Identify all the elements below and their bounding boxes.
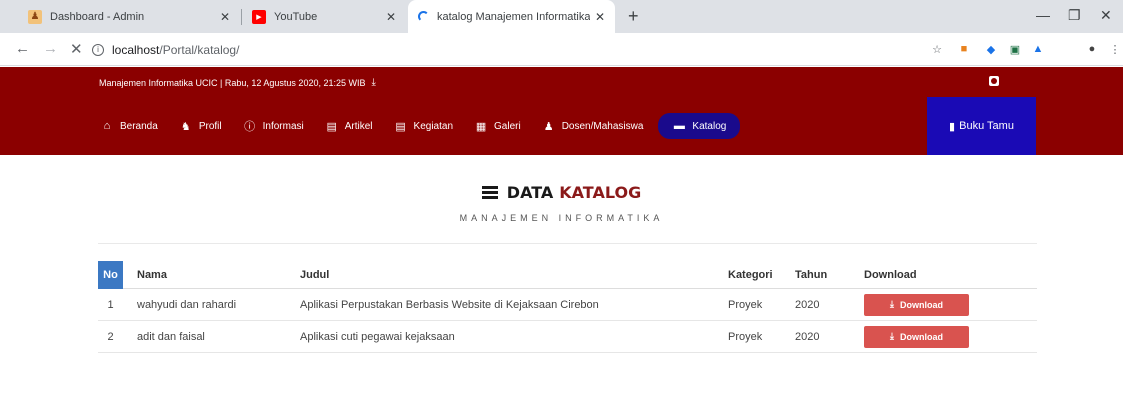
cell-judul: Aplikasi cuti pegawai kejaksaan [300,330,455,343]
menu-item-informasi[interactable]: ⓘ Informasi [243,113,304,139]
forward-icon[interactable]: → [43,40,58,57]
title-accent: KATALOG [559,183,642,202]
user-icon: ♟ [543,120,554,133]
menu-item-beranda[interactable]: ⌂ Beranda [100,113,158,139]
tab-youtube[interactable]: ▶ YouTube ✕ [242,0,406,33]
metamask-extension-icon[interactable]: ■ [957,42,971,56]
profile-avatar-icon[interactable]: ● [1085,42,1099,56]
image-icon: ▦ [475,120,487,133]
cell-kategori: Proyek [728,298,763,311]
menu-label: Informasi [262,120,304,132]
cell-no: 2 [107,330,114,343]
info-icon: ⓘ [244,121,256,133]
menu-item-profil[interactable]: ♞ Profil [179,113,222,139]
menu-label: Katalog [692,120,727,132]
stop-icon[interactable]: ✕ [70,40,83,58]
download-arrow-icon: ⤓ [371,77,376,88]
home-icon: ⌂ [103,120,111,132]
bookmark-star-icon[interactable]: ☆ [930,42,944,56]
close-icon[interactable]: ✕ [220,10,230,24]
browser-tab-bar: ♟ Dashboard - Admin ✕ ▶ YouTube ✕ katalo… [0,0,1123,33]
cell-tahun: 2020 [795,330,820,343]
close-window-icon[interactable]: ✕ [1100,7,1112,24]
cell-download: ⤓ Download [864,293,1037,316]
header-download: Download [864,268,917,281]
cap-extension-icon[interactable]: ▲ [1031,42,1045,56]
admin-favicon-icon: ♟ [28,9,42,24]
page-subtitle: MANAJEMEN INFORMATIKA [459,213,664,223]
menu-label: Kegiatan [413,120,454,132]
title-divider [98,243,1037,244]
header-kategori: Kategori [728,268,773,281]
buku-tamu-label: Buku Tamu [959,120,1014,132]
menu-item-kegiatan[interactable]: ▤ Kegiatan [394,113,453,139]
tab-title: katalog Manajemen Informatika [437,10,591,23]
profile-icon: ♞ [180,120,191,133]
tab-dashboard-admin[interactable]: ♟ Dashboard - Admin ✕ [18,0,240,33]
menu-label: Profil [198,120,222,132]
newspaper-icon: ▤ [395,120,406,133]
tab-title: YouTube [274,10,318,23]
download-button[interactable]: ⤓ Download [864,325,969,348]
main-menu: ⌂ Beranda ♞ Profil ⓘ Informasi ▤ Artikel… [100,113,761,139]
header-judul: Judul [300,268,330,281]
youtube-favicon-icon: ▶ [252,9,266,24]
table-header: No Nama Judul Kategori Tahun Download [98,260,1037,289]
minimize-icon[interactable]: — [1036,7,1050,23]
book-icon: ▮ [949,120,956,133]
close-icon[interactable]: ✕ [595,10,605,24]
download-label: Download [899,299,943,310]
menu-label: Artikel [344,120,373,132]
cell-judul: Aplikasi Perpustakan Berbasis Website di… [300,298,599,311]
buku-tamu-button[interactable]: ▮ Buku Tamu [927,97,1036,155]
header-info-text: Manajemen Informatika UCIC | Rabu, 12 Ag… [99,77,366,88]
menu-item-artikel[interactable]: ▤ Artikel [325,113,373,139]
tab-title: Dashboard - Admin [50,10,145,23]
list-icon [481,185,498,200]
site-header: Manajemen Informatika UCIC | Rabu, 12 Ag… [0,67,1123,155]
menu-item-katalog[interactable]: ▬ Katalog [658,113,741,139]
url-path: /Portal/katalog/ [159,42,240,57]
table-row: 1 wahyudi dan rahardi Aplikasi Perpustak… [98,289,1037,321]
title-main: DATA [506,183,554,202]
new-tab-icon[interactable]: + [628,6,639,27]
menu-item-galeri[interactable]: ▦ Galeri [474,113,521,139]
cell-nama: wahyudi dan rahardi [137,298,237,311]
table-row: 2 adit dan faisal Aplikasi cuti pegawai … [98,321,1037,353]
excel-extension-icon[interactable]: ▣ [1008,42,1022,56]
url-host: localhost [112,42,160,57]
header-nama: Nama [137,268,167,281]
instagram-icon[interactable] [989,76,999,86]
loading-spinner-icon [418,11,429,22]
header-topline: Manajemen Informatika UCIC | Rabu, 12 Ag… [99,77,376,88]
cell-kategori: Proyek [728,330,763,343]
info-icon[interactable]: i [92,43,104,56]
menu-label: Galeri [494,120,521,132]
cell-tahun: 2020 [795,298,820,311]
header-tahun: Tahun [795,268,828,281]
menu-item-dosen-mahasiswa[interactable]: ♟ Dosen/Mahasiswa [542,113,644,139]
newspaper-icon: ▤ [326,120,337,133]
cell-no: 1 [107,298,114,311]
download-icon: ⤓ [890,299,894,309]
download-label: Download [899,331,943,342]
browser-toolbar: ← → ✕ i localhost/Portal/katalog/ ☆ ■ ◆ … [0,33,1123,66]
cell-nama: adit dan faisal [137,330,205,343]
close-icon[interactable]: ✕ [386,10,396,24]
download-button[interactable]: ⤓ Download [864,293,969,316]
diamond-extension-icon[interactable]: ◆ [984,42,998,56]
menu-label: Beranda [120,120,158,132]
page-title: DATA KATALOG [0,183,1123,202]
menu-label: Dosen/Mahasiswa [561,120,644,132]
folder-icon: ▬ [673,120,685,132]
cell-download: ⤓ Download [864,325,1037,348]
tab-katalog[interactable]: katalog Manajemen Informatika ✕ [408,0,615,33]
katalog-table: No Nama Judul Kategori Tahun Download 1 … [98,260,1037,353]
menu-dots-icon[interactable]: ⋮ [1108,42,1122,56]
restore-icon[interactable]: ❐ [1068,7,1081,24]
address-bar[interactable]: i localhost/Portal/katalog/ [92,37,954,62]
back-icon[interactable]: ← [15,40,30,57]
download-icon: ⤓ [890,331,894,341]
header-no: No [98,260,123,289]
